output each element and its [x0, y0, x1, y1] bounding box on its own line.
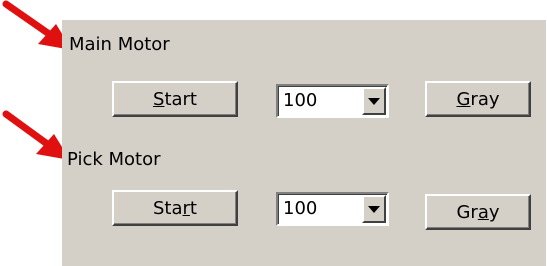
pick-motor-dropdown-button[interactable]: [362, 195, 386, 223]
main-motor-start-button[interactable]: Start: [112, 81, 238, 117]
pick-motor-speed-dropdown[interactable]: 100: [276, 192, 389, 226]
main-motor-start-accel: S: [153, 88, 165, 110]
main-motor-dropdown-button[interactable]: [362, 87, 386, 115]
pick-motor-gray-accel: a: [477, 201, 489, 223]
pick-motor-gray-pre: Gr: [456, 201, 478, 223]
pick-motor-start-pre: Sta: [153, 197, 183, 219]
main-motor-speed-value: 100: [283, 90, 318, 111]
main-motor-start-rest: tart: [164, 88, 197, 110]
pick-motor-gray-button[interactable]: Gr a y: [425, 194, 531, 230]
main-motor-gray-accel: G: [456, 88, 471, 110]
pick-motor-start-accel: r: [182, 197, 190, 219]
main-motor-speed-dropdown[interactable]: 100: [276, 84, 389, 118]
main-motor-gray-rest: ray: [470, 88, 500, 110]
pick-motor-start-button[interactable]: Sta r t: [112, 190, 238, 226]
pick-motor-label: Pick Motor: [67, 149, 161, 170]
pick-motor-start-rest: t: [189, 197, 197, 219]
pick-motor-speed-value: 100: [283, 198, 318, 219]
main-motor-gray-button[interactable]: Gray: [425, 81, 531, 117]
chevron-down-icon: [368, 97, 380, 105]
chevron-down-icon: [368, 205, 380, 213]
main-motor-label: Main Motor: [69, 34, 170, 55]
pick-motor-gray-rest: y: [488, 201, 500, 223]
